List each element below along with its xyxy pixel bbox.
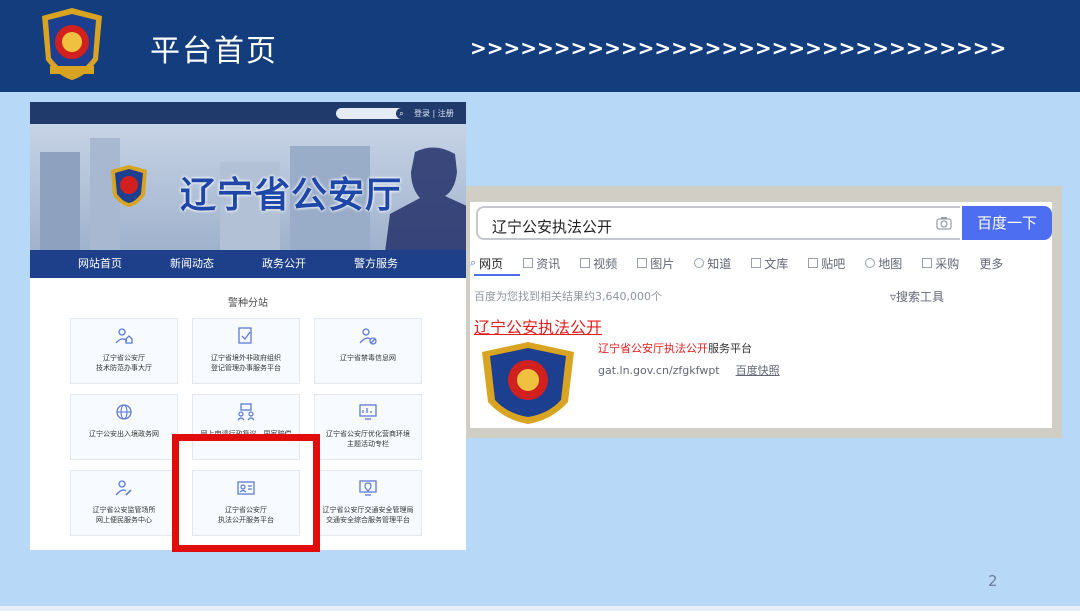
tile-label: 辽宁省公安厅优化营商环境 主题活动专栏 bbox=[326, 430, 410, 448]
question-icon bbox=[694, 258, 705, 268]
chart-board-icon bbox=[359, 404, 377, 420]
tab-more[interactable]: 更多 bbox=[979, 252, 1003, 274]
result-url: gat.ln.gov.cn/zfgkfwpt 百度快照 bbox=[598, 362, 780, 378]
tab-map[interactable]: 地图 bbox=[865, 252, 902, 274]
tile-label: 辽宁公安出入境政务网 bbox=[89, 430, 159, 438]
image-icon bbox=[637, 258, 648, 268]
result-count: 百度为您找到相关结果约3,640,000个 bbox=[474, 290, 662, 303]
tab-web[interactable]: ⌕ 网页 bbox=[470, 252, 503, 274]
tab-images[interactable]: 图片 bbox=[637, 252, 674, 274]
news-icon bbox=[523, 258, 534, 268]
user-edit-icon bbox=[115, 480, 132, 496]
result-title-link[interactable]: 辽宁公安执法公开 bbox=[474, 314, 602, 338]
result-desc-rest: 服务平台 bbox=[708, 342, 752, 355]
result-desc-highlight: 辽宁省公安厅执法公开 bbox=[598, 342, 708, 355]
tile-detention-service[interactable]: 辽宁省公安监管场所 网上便民服务中心 bbox=[70, 470, 178, 536]
snapshot-link[interactable]: 百度快照 bbox=[736, 364, 780, 377]
cart-icon bbox=[922, 258, 933, 268]
tab-wenku[interactable]: 文库 bbox=[751, 252, 788, 274]
page-number: 2 bbox=[988, 572, 998, 590]
highlight-box bbox=[172, 434, 320, 552]
search-input[interactable]: 辽宁公安执法公开 bbox=[476, 206, 960, 240]
bottom-divider bbox=[0, 606, 1080, 611]
tile-anti-drug[interactable]: 辽宁省禁毒信息网 bbox=[314, 318, 422, 384]
search-tools-button[interactable]: ▿搜索工具 bbox=[890, 288, 944, 305]
tab-video[interactable]: 视频 bbox=[580, 252, 617, 274]
tile-label: 辽宁省禁毒信息网 bbox=[340, 354, 396, 362]
document-check-icon bbox=[238, 327, 252, 344]
tile-traffic-safety[interactable]: 辽宁省公安厅交通安全管理局 交通安全综合服务管理平台 bbox=[314, 470, 422, 536]
document-icon bbox=[751, 258, 762, 268]
site-banner: ⌕ 登录 | 注册 辽宁省公安厅 bbox=[30, 102, 466, 250]
result-description: 辽宁省公安厅执法公开服务平台 bbox=[598, 340, 752, 356]
tile-label: 辽宁省公安厅交通安全管理局 交通安全综合服务管理平台 bbox=[322, 506, 414, 524]
site-nav: 网站首页 新闻动态 政务公开 警方服务 bbox=[30, 250, 466, 278]
user-house-icon bbox=[115, 328, 133, 344]
tile-label: 辽宁省境外非政府组织 登记管理办事服务平台 bbox=[211, 354, 281, 372]
forum-icon bbox=[808, 258, 819, 268]
map-pin-icon bbox=[865, 258, 876, 268]
section-title: 警种分站 bbox=[228, 298, 268, 309]
tile-ngo-registration[interactable]: 辽宁省境外非政府组织 登记管理办事服务平台 bbox=[192, 318, 300, 384]
tab-zhidao[interactable]: 知道 bbox=[694, 252, 731, 274]
video-icon bbox=[580, 258, 591, 268]
login-register-link[interactable]: 登录 | 注册 bbox=[414, 108, 454, 119]
tile-business-env[interactable]: 辽宁省公安厅优化营商环境 主题活动专栏 bbox=[314, 394, 422, 460]
baidu-search-button[interactable]: 百度一下 bbox=[962, 206, 1052, 240]
police-emblem-icon bbox=[111, 165, 147, 207]
search-tabs: ⌕ 网页 资讯 视频 图片 知道 文库 贴吧 地图 采购 更多 bbox=[470, 252, 1052, 274]
tile-tech-defense[interactable]: 辽宁省公安厅 技术防范办事大厅 bbox=[70, 318, 178, 384]
arrows-text: >>>>>>>>>>>>>>>>>>>>>>>>>>>>>>>> bbox=[470, 36, 1007, 60]
search-icon[interactable]: ⌕ bbox=[396, 108, 407, 119]
nav-item-news[interactable]: 新闻动态 bbox=[170, 250, 214, 278]
search-icon: ⌕ bbox=[470, 256, 477, 269]
nav-item-home[interactable]: 网站首页 bbox=[78, 250, 122, 278]
result-url-text: gat.ln.gov.cn/zfgkfwpt bbox=[598, 364, 720, 377]
tile-exit-entry[interactable]: 辽宁公安出入境政务网 bbox=[70, 394, 178, 460]
tab-tieba[interactable]: 贴吧 bbox=[808, 252, 845, 274]
tile-label: 辽宁省公安监管场所 网上便民服务中心 bbox=[92, 506, 156, 524]
saluting-officer-silhouette bbox=[385, 147, 466, 250]
people-board-icon bbox=[237, 403, 255, 421]
tile-label: 辽宁省公安厅 技术防范办事大厅 bbox=[96, 354, 152, 372]
user-ban-icon bbox=[359, 328, 377, 345]
camera-icon[interactable] bbox=[936, 216, 952, 230]
police-emblem-icon bbox=[482, 342, 574, 424]
nav-item-gov-affairs[interactable]: 政务公开 bbox=[262, 250, 306, 278]
decorative-arrows: >>>>>>>>>>>>>>>>>>>>>>>>>>>>>>>> bbox=[470, 36, 1060, 60]
tab-purchase[interactable]: 采购 bbox=[922, 252, 959, 274]
search-page: 辽宁公安执法公开 百度一下 ⌕ 网页 资讯 视频 图片 知道 文库 贴吧 地图 采… bbox=[470, 202, 1052, 428]
active-tab-underline bbox=[474, 274, 520, 276]
baidu-search-screenshot: 辽宁公安执法公开 百度一下 ⌕ 网页 资讯 视频 图片 知道 文库 贴吧 地图 采… bbox=[466, 186, 1062, 438]
globe-icon bbox=[116, 404, 132, 420]
nav-item-police-service[interactable]: 警方服务 bbox=[354, 250, 398, 278]
map-screen-icon bbox=[359, 480, 377, 496]
slide-title: 平台首页 bbox=[150, 34, 278, 69]
slide-header: 平台首页 >>>>>>>>>>>>>>>>>>>>>>>>>>>>>>>> bbox=[0, 0, 1080, 92]
police-emblem-icon bbox=[42, 8, 102, 80]
search-query: 辽宁公安执法公开 bbox=[492, 218, 613, 236]
site-title: 辽宁省公安厅 bbox=[180, 175, 403, 216]
tab-news[interactable]: 资讯 bbox=[523, 252, 560, 274]
